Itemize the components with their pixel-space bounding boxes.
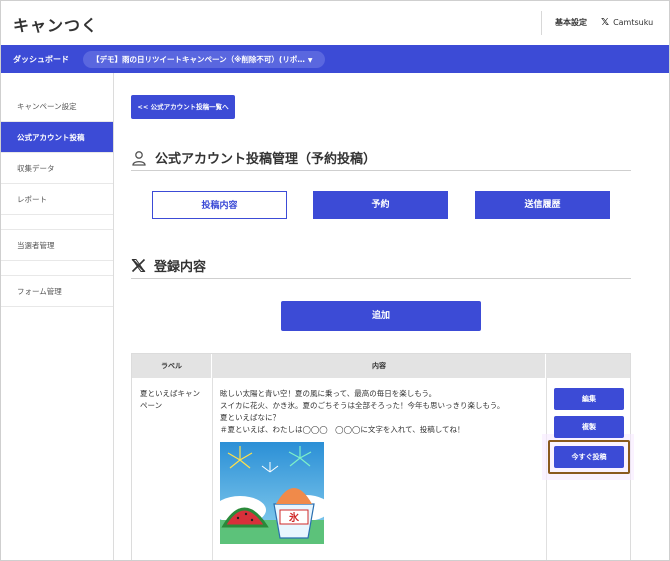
campaign-bar: ダッシュボード 【デモ】雨の日リツイートキャンペーン（※削除不可）(リポ… ▼ bbox=[1, 45, 669, 73]
sidebar-item-collected-data[interactable]: 収集データ bbox=[1, 153, 113, 184]
duplicate-button[interactable]: 複製 bbox=[554, 416, 624, 438]
caret-down-icon: ▼ bbox=[307, 57, 313, 64]
x-logo-icon: 𝕏 bbox=[601, 17, 610, 28]
add-button[interactable]: 追加 bbox=[281, 301, 481, 331]
sidebar-item-winners[interactable]: 当選者管理 bbox=[1, 230, 113, 261]
content-line: 夏といえばなに？ bbox=[220, 413, 280, 422]
x-logo-icon bbox=[131, 258, 146, 273]
sidebar-spacer bbox=[1, 215, 113, 230]
sidebar: キャンペーン設定 公式アカウント投稿 収集データ レポート 当選者管理 フォーム… bbox=[1, 73, 114, 560]
table-header: ラベル 内容 bbox=[132, 354, 630, 378]
app-logo[interactable]: キャンつく bbox=[13, 12, 98, 36]
content-line: 眩しい太陽と青い空！夏の風に乗って、最高の毎日を楽しもう。 bbox=[220, 389, 437, 398]
campaign-selector-value: 【デモ】雨の日リツイートキャンペーン（※削除不可）(リポ… bbox=[92, 55, 305, 64]
tab-post-content[interactable]: 投稿内容 bbox=[152, 191, 287, 219]
dashboard-link[interactable]: ダッシュボード bbox=[13, 54, 69, 65]
account-link[interactable]: 𝕏 Camtsuku bbox=[601, 17, 653, 28]
content-line: ＃夏といえば、わたしは◯◯◯ ◯◯◯に文字を入れて、投稿してね！ bbox=[220, 425, 465, 434]
sidebar-spacer bbox=[1, 261, 113, 276]
column-header-label: ラベル bbox=[132, 354, 212, 378]
row-label: 夏といえばキャンペーン bbox=[140, 389, 200, 410]
column-divider bbox=[212, 378, 213, 560]
image-kanji-label: 氷 bbox=[288, 511, 300, 524]
sidebar-item-campaign-settings[interactable]: キャンペーン設定 bbox=[1, 91, 113, 122]
page-title: 公式アカウント投稿管理（予約投稿） bbox=[155, 152, 377, 167]
person-icon bbox=[131, 150, 147, 166]
campaign-selector[interactable]: 【デモ】雨の日リツイートキャンペーン（※削除不可）(リポ… ▼ bbox=[83, 51, 325, 68]
registered-content-heading: 登録内容 bbox=[131, 253, 631, 279]
column-header-actions bbox=[547, 354, 630, 378]
content-line: スイカに花火、かき氷。夏のごちそうは全部そろった！今年も思いっきり楽しもう。 bbox=[220, 401, 505, 410]
tab-send-history[interactable]: 送信履歴 bbox=[475, 191, 610, 219]
row-content: 眩しい太陽と青い空！夏の風に乗って、最高の毎日を楽しもう。 スイカに花火、かき氷… bbox=[220, 388, 540, 436]
section-title: 登録内容 bbox=[154, 260, 207, 275]
settings-link[interactable]: 基本設定 bbox=[555, 17, 587, 28]
post-now-button[interactable]: 今すぐ投稿 bbox=[554, 446, 624, 468]
tab-schedule[interactable]: 予約 bbox=[313, 191, 448, 219]
sidebar-top-gap bbox=[1, 73, 113, 91]
sidebar-item-official-posts[interactable]: 公式アカウント投稿 bbox=[1, 122, 113, 153]
account-name: Camtsuku bbox=[613, 18, 654, 27]
post-image: 氷 bbox=[220, 442, 324, 544]
main-content: << 公式アカウント投稿一覧へ 公式アカウント投稿管理（予約投稿） 投稿内容 予… bbox=[115, 73, 669, 560]
post-management-heading: 公式アカウント投稿管理（予約投稿） bbox=[131, 145, 631, 171]
header-divider bbox=[541, 11, 542, 35]
column-header-content: 内容 bbox=[213, 354, 546, 378]
edit-button[interactable]: 編集 bbox=[554, 388, 624, 410]
sidebar-item-report[interactable]: レポート bbox=[1, 184, 113, 215]
app-window: キャンつく 基本設定 𝕏 Camtsuku ダッシュボード 【デモ】雨の日リツイ… bbox=[0, 0, 670, 561]
back-to-posts-button[interactable]: << 公式アカウント投稿一覧へ bbox=[131, 95, 235, 119]
top-header: キャンつく 基本設定 𝕏 Camtsuku bbox=[1, 1, 669, 45]
registered-posts-table: ラベル 内容 夏といえばキャンペーン 眩しい太陽と青い空！夏の風に乗って、最高の… bbox=[131, 353, 634, 560]
sidebar-item-forms[interactable]: フォーム管理 bbox=[1, 276, 113, 307]
